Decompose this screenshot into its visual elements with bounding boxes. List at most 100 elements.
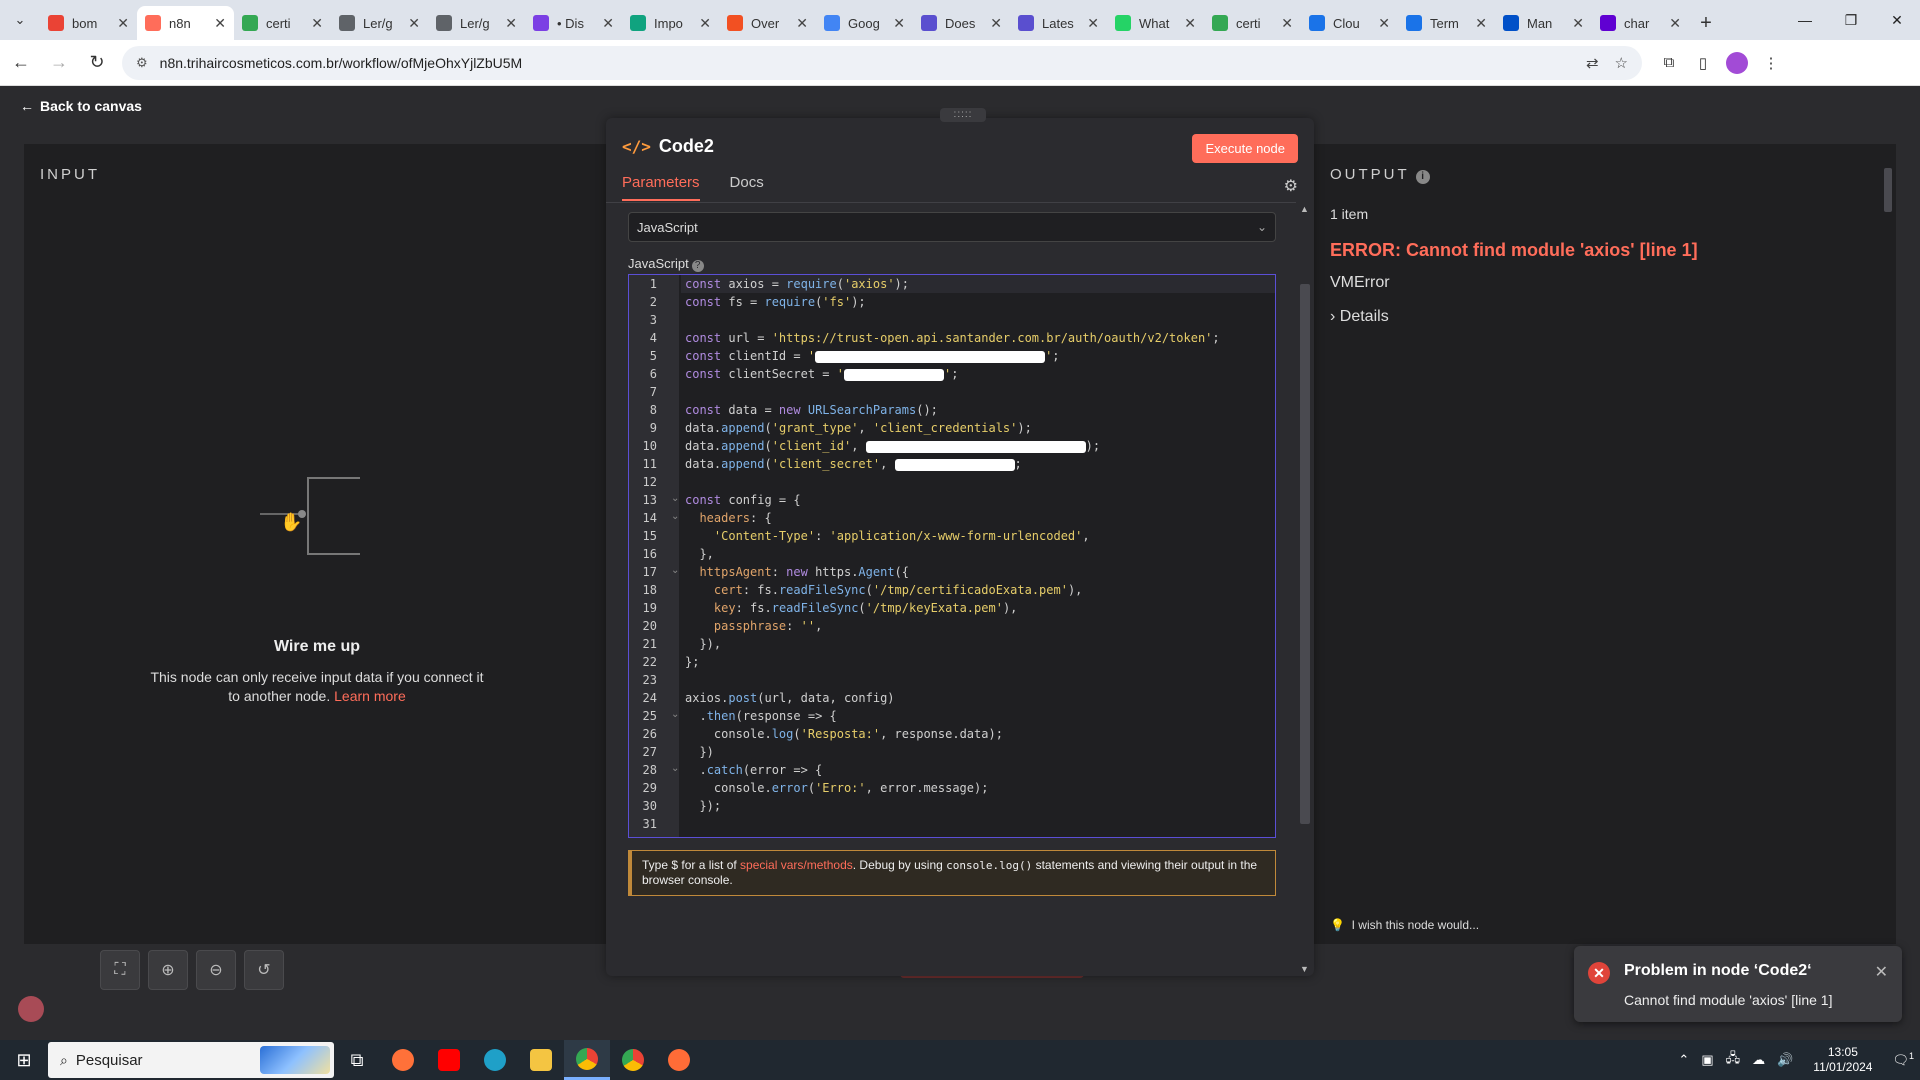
browser-tab[interactable]: certi ✕	[1204, 6, 1301, 40]
scrollbar-thumb[interactable]	[1300, 284, 1310, 824]
back-arrow-icon[interactable]: ←	[4, 46, 38, 80]
menu-kebab-icon[interactable]: ⋮	[1754, 46, 1788, 80]
browser-tab[interactable]: Lates ✕	[1010, 6, 1107, 40]
tab-docs[interactable]: Docs	[730, 174, 764, 201]
forward-arrow-icon[interactable]: →	[42, 46, 76, 80]
tab-close-icon[interactable]: ✕	[1087, 15, 1099, 32]
tab-close-icon[interactable]: ✕	[505, 15, 517, 32]
tab-search-chevron-icon[interactable]: ⌄	[0, 0, 40, 40]
back-to-canvas-link[interactable]: ← Back to canvas	[20, 98, 142, 114]
tray-chevron-up-icon[interactable]: ⌃	[1678, 1052, 1689, 1068]
zoom-in-icon[interactable]: ⊕	[148, 950, 188, 990]
tab-close-icon[interactable]: ✕	[1669, 15, 1681, 32]
notification-icon[interactable]: 🗨1	[1892, 1051, 1914, 1068]
tab-close-icon[interactable]: ✕	[602, 15, 614, 32]
tab-close-icon[interactable]: ✕	[1475, 15, 1487, 32]
extensions-icon[interactable]: ⧉	[1652, 46, 1686, 80]
scroll-up-arrow-icon[interactable]: ▲	[1300, 204, 1309, 214]
browser-tab[interactable]: Ler/g ✕	[428, 6, 525, 40]
bookmark-star-icon[interactable]: ☆	[1615, 54, 1628, 72]
minimize-icon[interactable]: —	[1782, 0, 1828, 40]
translate-icon[interactable]: ⇄	[1586, 54, 1599, 72]
edge-icon[interactable]	[472, 1040, 518, 1080]
fold-chevron-icon[interactable]: ⌄	[671, 511, 679, 522]
browser-tab[interactable]: Impo ✕	[622, 6, 719, 40]
browser-tab[interactable]: Does ✕	[913, 6, 1010, 40]
zoom-out-icon[interactable]: ⊖	[196, 950, 236, 990]
output-scrollbar[interactable]	[1884, 168, 1892, 212]
restore-icon[interactable]: ❐	[1828, 0, 1874, 40]
windows-start-icon[interactable]: ⊞	[0, 1040, 48, 1080]
browser-tab[interactable]: Man ✕	[1495, 6, 1592, 40]
volume-icon[interactable]: 🔊	[1777, 1052, 1793, 1068]
network-icon[interactable]: 🖧	[1726, 1049, 1741, 1071]
user-avatar[interactable]	[18, 996, 44, 1022]
close-icon[interactable]: ✕	[1875, 962, 1888, 982]
tab-close-icon[interactable]: ✕	[1378, 15, 1390, 32]
youtube-icon[interactable]	[426, 1040, 472, 1080]
fold-chevron-icon[interactable]: ⌄	[671, 565, 679, 576]
tab-close-icon[interactable]: ✕	[311, 15, 323, 32]
firefox-icon[interactable]	[380, 1040, 426, 1080]
taskbar-search[interactable]: ⌕ Pesquisar	[48, 1042, 334, 1078]
tab-close-icon[interactable]: ✕	[214, 15, 226, 32]
file-explorer-icon[interactable]	[518, 1040, 564, 1080]
browser-tab[interactable]: char ✕	[1592, 6, 1689, 40]
browser-tab[interactable]: Ler/g ✕	[331, 6, 428, 40]
profile-avatar[interactable]	[1726, 51, 1748, 74]
execute-node-button[interactable]: Execute node	[1192, 134, 1298, 163]
fit-view-icon[interactable]: ⛶	[100, 950, 140, 990]
language-select[interactable]: JavaScript ⌄	[628, 212, 1276, 242]
task-view-icon[interactable]: ⧉	[334, 1040, 380, 1080]
error-details-toggle[interactable]: › Details	[1330, 308, 1389, 326]
chrome-icon[interactable]	[564, 1040, 610, 1080]
tray-app-icon[interactable]: ▣	[1701, 1052, 1713, 1068]
browser-tab[interactable]: n8n ✕	[137, 6, 234, 40]
address-bar[interactable]: ⚙ n8n.trihaircosmeticos.com.br/workflow/…	[122, 45, 1642, 80]
tab-close-icon[interactable]: ✕	[796, 15, 808, 32]
browser-tab[interactable]: What ✕	[1107, 6, 1204, 40]
browser-tab[interactable]: bom ✕	[40, 6, 137, 40]
help-icon[interactable]: ?	[691, 260, 704, 272]
tab-close-icon[interactable]: ✕	[699, 15, 711, 32]
clock[interactable]: 13:05 11/01/2024	[1813, 1045, 1872, 1075]
node-title[interactable]: Code2	[659, 136, 714, 157]
close-window-icon[interactable]: ✕	[1874, 0, 1920, 40]
tab-parameters[interactable]: Parameters	[622, 174, 700, 201]
fold-chevron-icon[interactable]: ⌄	[671, 763, 679, 774]
onedrive-cloud-icon[interactable]: ☁	[1752, 1052, 1765, 1068]
tab-close-icon[interactable]: ✕	[1572, 15, 1584, 32]
line-number: 19	[642, 601, 657, 615]
tab-close-icon[interactable]: ✕	[1281, 15, 1293, 32]
browser-tab[interactable]: Goog ✕	[816, 6, 913, 40]
tab-close-icon[interactable]: ✕	[408, 15, 420, 32]
tab-close-icon[interactable]: ✕	[893, 15, 905, 32]
reload-icon[interactable]: ↻	[80, 46, 114, 80]
fold-chevron-icon[interactable]: ⌄	[671, 493, 679, 504]
drag-handle[interactable]: :::::	[940, 108, 986, 122]
feedback-link[interactable]: 💡 I wish this node would...	[1330, 918, 1479, 932]
reset-zoom-icon[interactable]: ↺	[244, 950, 284, 990]
chrome-profile-icon[interactable]	[610, 1040, 656, 1080]
browser-tab[interactable]: Clou ✕	[1301, 6, 1398, 40]
tab-close-icon[interactable]: ✕	[1184, 15, 1196, 32]
settings-gear-icon[interactable]: ⚙	[1284, 176, 1298, 196]
special-vars-link[interactable]: special vars/methods	[740, 858, 853, 872]
browser-tab[interactable]: Over ✕	[719, 6, 816, 40]
side-panel-icon[interactable]: ▯	[1686, 46, 1720, 80]
scroll-down-arrow-icon[interactable]: ▼	[1300, 964, 1309, 974]
learn-more-link[interactable]: Learn more	[334, 688, 406, 704]
tab-close-icon[interactable]: ✕	[990, 15, 1002, 32]
fold-chevron-icon[interactable]: ⌄	[671, 709, 679, 720]
info-icon[interactable]: i	[1415, 170, 1430, 184]
code-editor[interactable]: 1 2 3 4 5 6 7 8 9 10 11 12 13 14 15 16 1…	[628, 274, 1276, 838]
postman-icon[interactable]	[656, 1040, 702, 1080]
browser-tab[interactable]: Term ✕	[1398, 6, 1495, 40]
node-scrollbar[interactable]: ▲ ▼	[1300, 204, 1310, 974]
site-info-icon[interactable]: ⚙	[136, 55, 148, 71]
new-tab-plus-icon[interactable]: +	[1689, 6, 1723, 40]
browser-tab[interactable]: certi ✕	[234, 6, 331, 40]
tab-title: certi	[266, 15, 291, 31]
browser-tab[interactable]: • Dis ✕	[525, 6, 622, 40]
tab-close-icon[interactable]: ✕	[117, 15, 129, 32]
